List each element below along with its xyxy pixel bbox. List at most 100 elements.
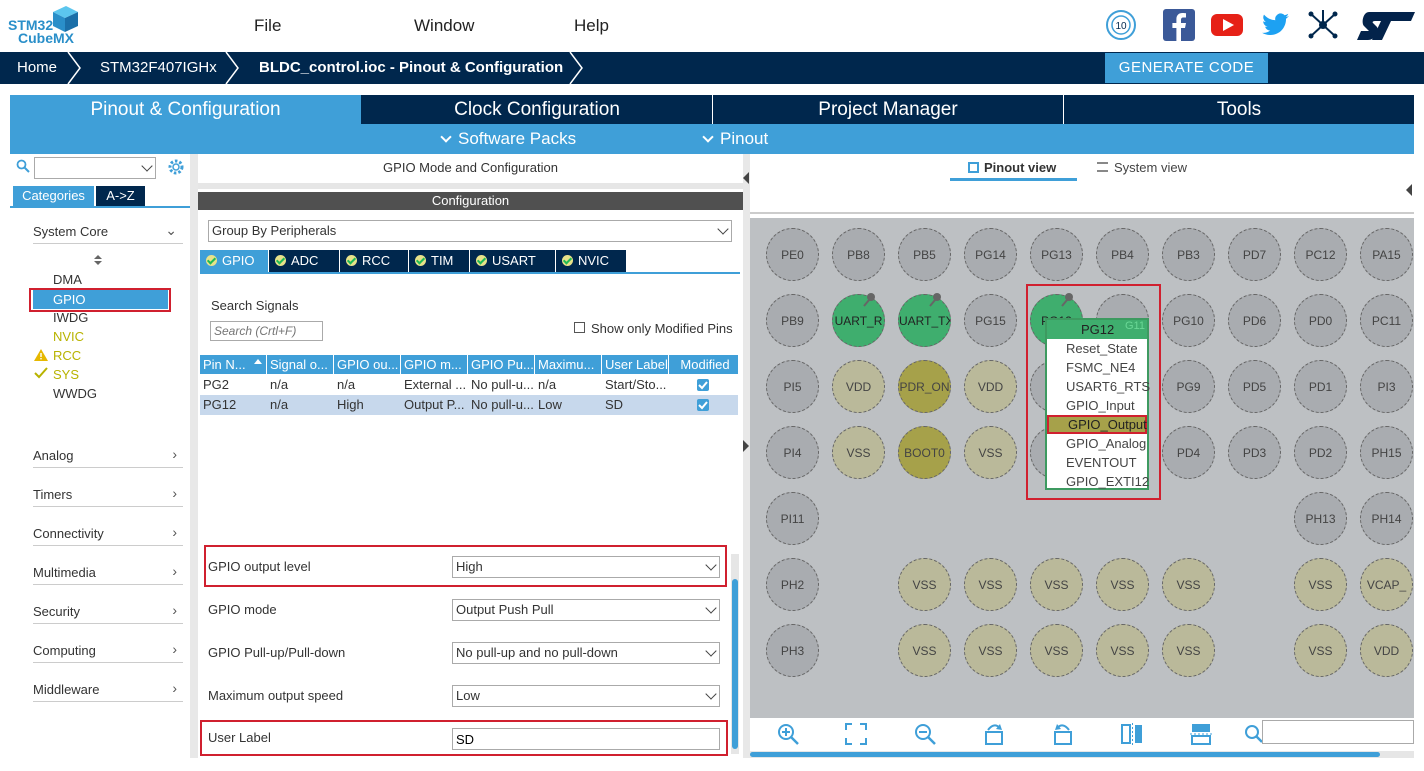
category-item-sys[interactable]: SYS xyxy=(53,367,79,382)
breadcrumb-home[interactable]: Home xyxy=(17,52,57,84)
chip-pin[interactable]: PH3 xyxy=(766,624,819,677)
chip-pin[interactable]: VSS xyxy=(1294,624,1347,677)
chip-pin[interactable]: PI5 xyxy=(766,360,819,413)
category-item-wwdg[interactable]: WWDG xyxy=(53,386,97,401)
chip-pin[interactable]: VSS xyxy=(964,624,1017,677)
network-icon[interactable] xyxy=(1306,8,1340,42)
chip-pin[interactable]: PD4 xyxy=(1162,426,1215,479)
col-header[interactable]: Pin N... xyxy=(200,355,266,374)
chip-pin[interactable]: PD1 xyxy=(1294,360,1347,413)
tab-adc[interactable]: ADC xyxy=(269,250,339,272)
category-item-rcc[interactable]: RCC xyxy=(53,348,81,363)
chip-pin[interactable]: VCAP_ xyxy=(1360,558,1413,611)
chip-pin[interactable]: VSS xyxy=(898,558,951,611)
tab-clock-configuration[interactable]: Clock Configuration xyxy=(362,95,712,124)
chip-pin[interactable]: VSS xyxy=(1162,558,1215,611)
show-modified-checkbox[interactable] xyxy=(574,322,585,333)
category-computing[interactable]: Computing › xyxy=(33,641,183,663)
chip-pin[interactable]: VDD xyxy=(1360,624,1413,677)
tab-pinout-view[interactable]: Pinout view xyxy=(968,160,1056,175)
sort-asc-icon[interactable] xyxy=(94,255,102,259)
category-security[interactable]: Security › xyxy=(33,602,183,624)
software-packs-menu[interactable]: Software Packs xyxy=(440,124,576,154)
chip-pin[interactable]: PG14 xyxy=(964,228,1017,281)
col-header[interactable]: Maximu... xyxy=(535,355,601,374)
youtube-icon[interactable] xyxy=(1210,8,1244,42)
chip-pin[interactable]: VSS xyxy=(898,624,951,677)
context-menu-item[interactable]: GPIO_Analog xyxy=(1047,434,1147,453)
chip-pin[interactable]: PB8 xyxy=(832,228,885,281)
context-menu-item[interactable]: GPIO_EXTI12 xyxy=(1047,472,1149,491)
collapse-right-icon[interactable] xyxy=(1406,184,1412,196)
chip-pin[interactable]: VSS xyxy=(832,426,885,479)
chip-pin[interactable]: PB9 xyxy=(766,294,819,347)
col-header[interactable]: GPIO Pu... xyxy=(468,355,534,374)
category-item-nvic[interactable]: NVIC xyxy=(53,329,84,344)
chip-pin[interactable]: PI3 xyxy=(1360,360,1413,413)
chip-pin[interactable]: PE0 xyxy=(766,228,819,281)
col-header[interactable]: GPIO m... xyxy=(401,355,467,374)
gpio-pull-select[interactable]: No pull-up and no pull-down xyxy=(452,642,720,664)
rotate-left-icon[interactable] xyxy=(1049,720,1077,748)
chip-pin[interactable]: PI11 xyxy=(766,492,819,545)
col-header[interactable]: GPIO ou... xyxy=(334,355,400,374)
tab-categories[interactable]: Categories xyxy=(13,186,94,206)
pin-search-input[interactable] xyxy=(1262,720,1414,744)
tab-usart[interactable]: USART xyxy=(470,250,555,272)
chip-pin[interactable]: PB3 xyxy=(1162,228,1215,281)
chip-pin[interactable]: PD5 xyxy=(1228,360,1281,413)
context-menu-item[interactable]: FSMC_NE4 xyxy=(1047,358,1147,377)
col-header[interactable]: Signal o... xyxy=(267,355,333,374)
chip-pin[interactable]: PH14 xyxy=(1360,492,1413,545)
anniversary-badge-icon[interactable]: 10 xyxy=(1104,8,1138,42)
chip-pin[interactable]: PB5 xyxy=(898,228,951,281)
menu-file[interactable]: File xyxy=(254,16,281,36)
twitter-icon[interactable] xyxy=(1258,8,1292,42)
context-menu-item[interactable]: EVENTOUT xyxy=(1047,453,1147,472)
menu-window[interactable]: Window xyxy=(414,16,474,36)
chip-pin[interactable]: PB4 xyxy=(1096,228,1149,281)
flip-horizontal-icon[interactable] xyxy=(1187,720,1215,748)
menu-help[interactable]: Help xyxy=(574,16,609,36)
chip-pin[interactable]: PD2 xyxy=(1294,426,1347,479)
category-connectivity[interactable]: Connectivity › xyxy=(33,524,183,546)
modified-checkbox[interactable] xyxy=(697,399,709,411)
search-signals-input[interactable] xyxy=(210,321,323,341)
rotate-right-icon[interactable] xyxy=(980,720,1008,748)
chip-pin[interactable]: VDD xyxy=(964,360,1017,413)
chip-pin[interactable]: VSS xyxy=(964,426,1017,479)
tab-gpio[interactable]: GPIO xyxy=(200,250,268,272)
st-logo-icon[interactable] xyxy=(1355,10,1417,42)
chip-pin[interactable]: PA15 xyxy=(1360,228,1413,281)
splitter-left[interactable] xyxy=(190,154,198,758)
group-by-select[interactable]: Group By Peripherals xyxy=(208,220,732,242)
chip-pin[interactable]: PI4 xyxy=(766,426,819,479)
expand-icon[interactable] xyxy=(743,440,749,452)
scrollbar-thumb[interactable] xyxy=(750,752,1380,757)
category-middleware[interactable]: Middleware › xyxy=(33,680,183,702)
chip-pin[interactable]: VSS xyxy=(1096,624,1149,677)
context-menu-item-selected[interactable]: GPIO_Output xyxy=(1047,415,1147,434)
chip-pin[interactable]: PC11 xyxy=(1360,294,1413,347)
table-row[interactable]: PG2 n/a n/a External ... No pull-u... n/… xyxy=(200,375,738,395)
config-scrollbar[interactable] xyxy=(731,554,739,754)
tab-a-z[interactable]: A->Z xyxy=(96,186,145,206)
chip-pin[interactable]: PD6 xyxy=(1228,294,1281,347)
chip-pin[interactable]: PD7 xyxy=(1228,228,1281,281)
tab-tools[interactable]: Tools xyxy=(1064,95,1414,124)
chip-pin[interactable]: PD0 xyxy=(1294,294,1347,347)
chip-pin[interactable]: PG13 xyxy=(1030,228,1083,281)
max-speed-select[interactable]: Low xyxy=(452,685,720,707)
col-header[interactable]: Modified xyxy=(669,355,738,374)
breadcrumb-device[interactable]: STM32F407IGHx xyxy=(100,52,217,84)
scrollbar-thumb[interactable] xyxy=(732,579,738,749)
tab-tim[interactable]: TIM xyxy=(409,250,469,272)
zoom-in-icon[interactable] xyxy=(774,720,802,748)
zoom-out-icon[interactable] xyxy=(911,720,939,748)
context-menu-item[interactable]: Reset_State xyxy=(1047,339,1147,358)
category-item-dma[interactable]: DMA xyxy=(53,272,82,287)
tab-project-manager[interactable]: Project Manager xyxy=(713,95,1063,124)
chip-pin[interactable]: PH13 xyxy=(1294,492,1347,545)
chip-pin[interactable]: PH2 xyxy=(766,558,819,611)
flip-vertical-icon[interactable] xyxy=(1118,720,1146,748)
